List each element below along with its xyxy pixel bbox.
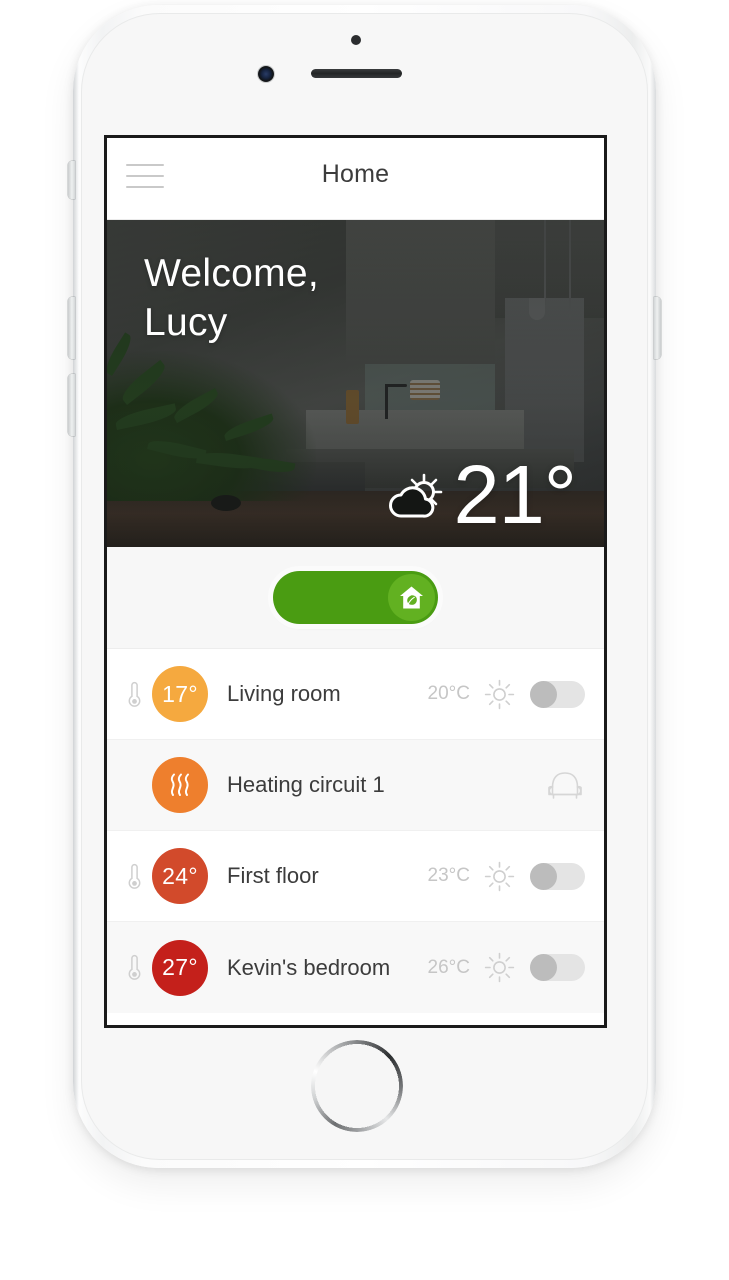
welcome-line-2: Lucy (144, 301, 228, 344)
table-row[interactable]: 24° First floor 23°C (107, 831, 604, 922)
table-row[interactable]: 27° Kevin's bedroom 26°C (107, 922, 604, 1013)
page-title: Home (321, 160, 390, 188)
sun-icon[interactable] (484, 861, 515, 892)
eco-mode-toggle[interactable] (273, 571, 438, 624)
proximity-sensor-icon (351, 35, 361, 45)
weather-widget: 21° (387, 448, 577, 542)
partly-cloudy-icon (389, 473, 443, 518)
room-name: First floor (227, 863, 319, 888)
earpiece-speaker-icon (311, 69, 402, 78)
room-power-toggle[interactable] (530, 954, 585, 981)
sun-icon[interactable] (484, 952, 515, 983)
power-button[interactable] (654, 297, 661, 359)
room-name: Living room (227, 681, 341, 706)
silent-switch[interactable] (68, 161, 75, 199)
welcome-line-1: Welcome, (144, 252, 320, 295)
volume-up-button[interactable] (68, 297, 75, 359)
table-row[interactable]: Heating circuit 1 (107, 740, 604, 831)
front-camera-icon (258, 66, 274, 82)
outdoor-temperature: 21° (453, 448, 577, 542)
target-temperature: 26°C (427, 956, 470, 978)
target-temperature: 23°C (427, 865, 470, 886)
eco-toggle-knob[interactable] (388, 574, 435, 621)
target-temperature: 20°C (427, 683, 470, 704)
room-name: Kevin's bedroom (227, 954, 391, 980)
home-button[interactable] (311, 1040, 403, 1132)
eco-mode-band (107, 547, 604, 649)
eco-house-leaf-icon (400, 586, 423, 608)
hero-banner: Welcome, Lucy 21° (107, 220, 604, 547)
room-list: 17° Living room 20°C Heating circuit 1 2… (107, 649, 604, 1013)
thermometer-icon (121, 863, 147, 890)
table-row[interactable]: 17° Living room 20°C (107, 649, 604, 740)
phone-screen: Home Welcome, Lucy 21° 17° Living room 2… (107, 138, 604, 1025)
heating-circuit-bubble (152, 757, 208, 813)
screenshot-canvas: Home Welcome, Lucy 21° 17° Living room 2… (0, 0, 729, 1280)
thermometer-icon (121, 681, 147, 708)
room-temp-bubble: 24° (152, 848, 208, 904)
room-power-toggle[interactable] (530, 862, 585, 890)
home-button-ring (311, 1040, 403, 1132)
heat-waves-icon (170, 773, 189, 796)
room-power-toggle[interactable] (530, 680, 585, 708)
room-temp-bubble: 17° (152, 666, 208, 722)
welcome-greeting: Welcome, Lucy (144, 249, 319, 347)
sun-icon[interactable] (484, 679, 515, 710)
app-topbar: Home (107, 138, 604, 220)
volume-down-button[interactable] (68, 374, 75, 436)
armchair-icon[interactable] (545, 770, 585, 801)
room-name: Heating circuit 1 (227, 772, 385, 797)
thermometer-icon (121, 954, 147, 981)
room-temp-bubble: 27° (152, 939, 208, 996)
